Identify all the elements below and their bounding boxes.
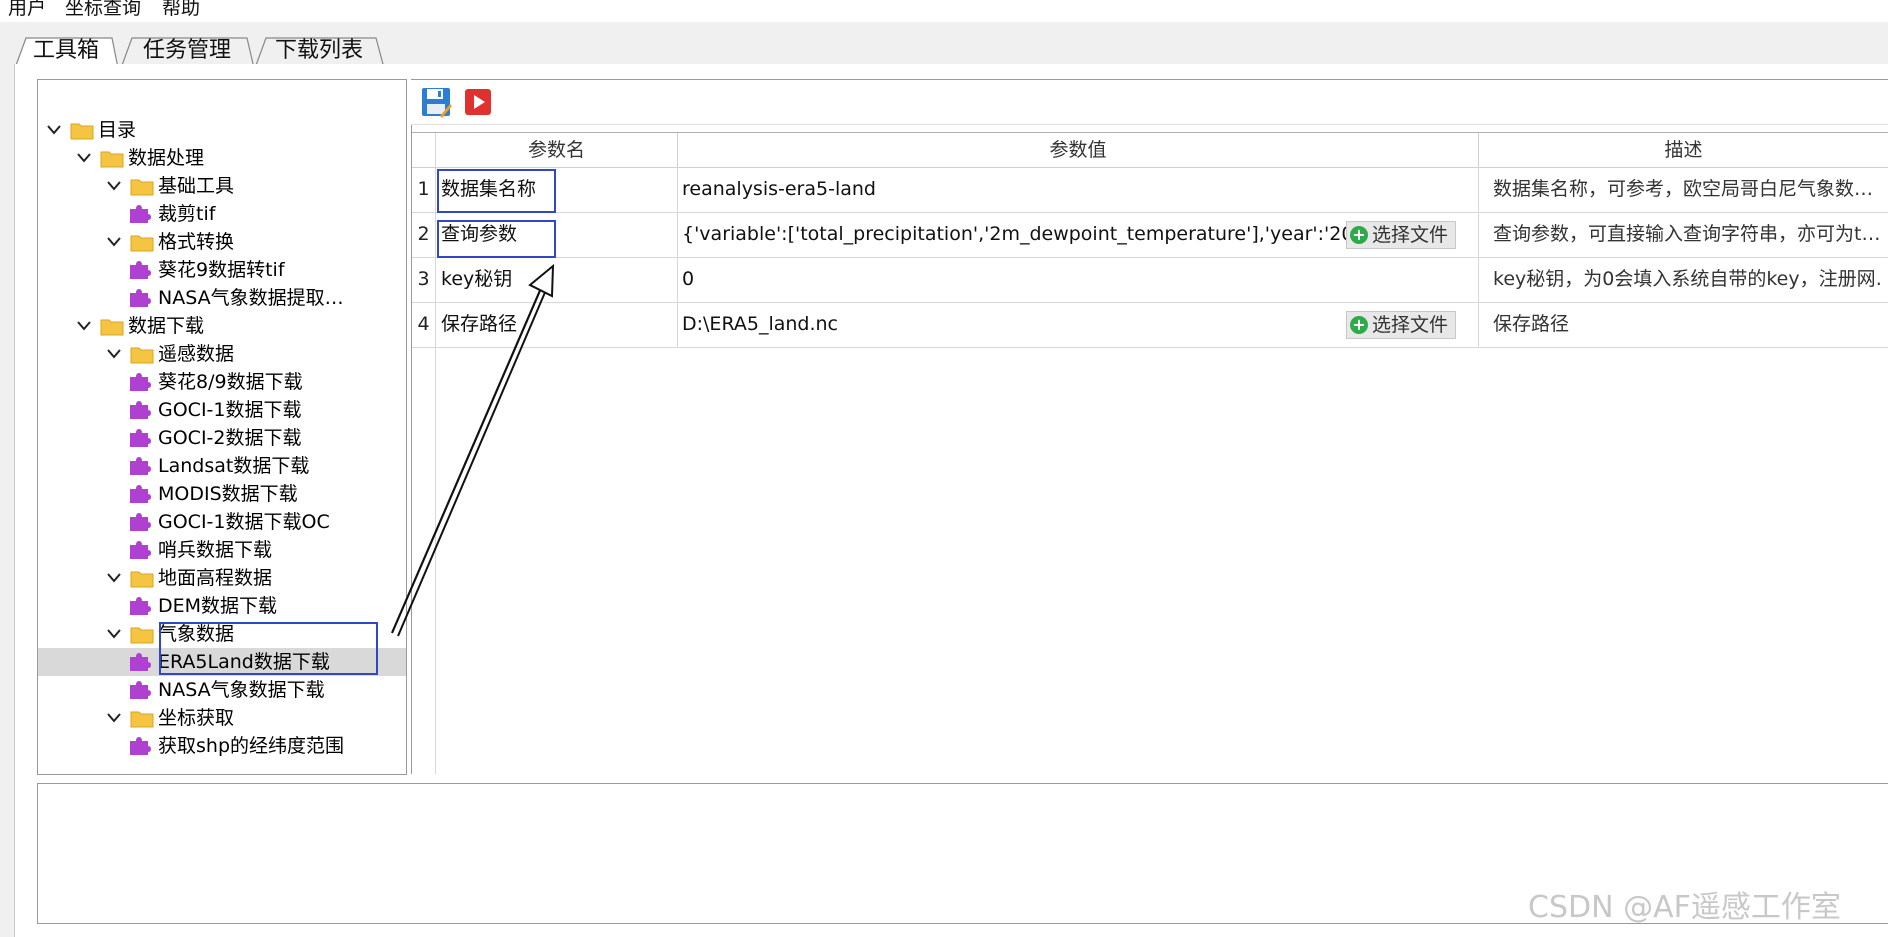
watermark: CSDN @AF遥感工作室 [1528, 890, 1841, 925]
annotation-arrow [390, 263, 555, 637]
